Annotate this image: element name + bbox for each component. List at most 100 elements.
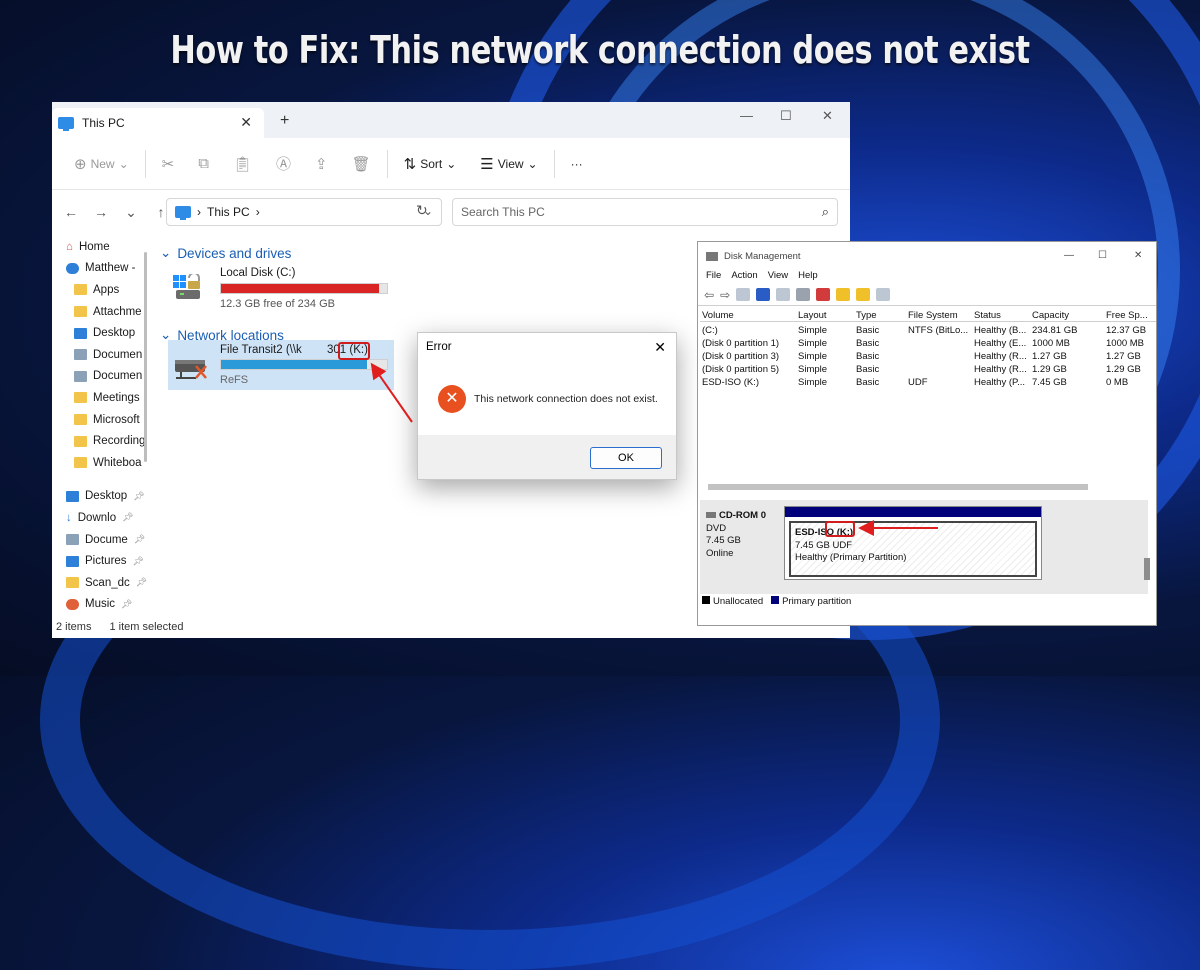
disconnected-drive-icon: [175, 360, 207, 379]
cut-button[interactable]: ✂: [150, 149, 187, 179]
sidebar-item-onedrive[interactable]: Matthew -: [52, 258, 148, 280]
sidebar-item-label: Attachme: [93, 305, 142, 318]
refresh-icon[interactable]: ↻: [416, 202, 428, 219]
minimize-icon[interactable]: —: [740, 108, 753, 123]
legend-label: Unallocated: [713, 596, 764, 607]
table-row[interactable]: ESD-ISO (K:) Simple Basic UDF Healthy (P... 7…: [700, 376, 1156, 389]
tab-this-pc[interactable]: This PC ✕: [52, 108, 264, 138]
column-header[interactable]: Capacity: [1032, 310, 1106, 321]
table-row[interactable]: (C:) Simple Basic NTFS (BitLo... Healthy (B.…: [700, 324, 1156, 337]
minimize-icon[interactable]: —: [1064, 250, 1074, 261]
column-header[interactable]: File System: [908, 310, 974, 321]
sidebar-item-recordings[interactable]: Recording: [52, 430, 148, 452]
sidebar-item-home[interactable]: ⌂ Home: [52, 236, 148, 258]
table-cell: 1.29 GB: [1106, 364, 1141, 375]
table-row[interactable]: (Disk 0 partition 3) Simple Basic Healthy (…: [700, 350, 1156, 363]
highlight-box: [825, 521, 855, 537]
list-icon[interactable]: [776, 288, 791, 301]
sidebar-item-desktop-pinned[interactable]: Desktop 📌︎: [52, 486, 148, 508]
sidebar-item-whiteboards[interactable]: Whiteboa: [52, 452, 148, 474]
sidebar-item-attachments[interactable]: Attachme: [52, 301, 148, 323]
table-cell: 1.27 GB: [1106, 351, 1141, 362]
error-icon: ✕: [438, 385, 466, 413]
column-header[interactable]: Free Sp...: [1106, 310, 1156, 321]
checkmark-icon[interactable]: [816, 288, 831, 301]
explorer-titlebar: This PC ✕ + — ☐ ✕: [52, 102, 850, 138]
column-header[interactable]: Volume: [700, 310, 798, 321]
drive-usage-bar: [220, 283, 388, 294]
sidebar-item-apps[interactable]: Apps: [52, 279, 148, 301]
partition-block[interactable]: ESD-ISO (K:) 7.45 GB UDF Healthy (Primar…: [784, 506, 1042, 580]
dm-titlebar: Disk Management — ☐ ✕: [698, 242, 1156, 270]
sidebar-item-documents-pinned[interactable]: Docume 📌︎: [52, 529, 148, 551]
horizontal-scrollbar[interactable]: [708, 484, 1088, 490]
sidebar-item-documents[interactable]: Documen: [52, 344, 148, 366]
sidebar-item-pictures[interactable]: Pictures 📌︎: [52, 550, 148, 572]
partition-size: 7.45 GB UDF: [795, 539, 853, 551]
sidebar-item-microsoft[interactable]: Microsoft: [52, 409, 148, 431]
desktop-icon: [74, 327, 87, 339]
search-input[interactable]: Search This PC ⌕: [452, 198, 838, 226]
table-row[interactable]: (Disk 0 partition 5) Simple Basic Healthy (…: [700, 363, 1156, 376]
folder-icon[interactable]: [836, 288, 851, 301]
document-icon: [74, 349, 87, 361]
breadcrumb-sep: ›: [197, 205, 201, 219]
volume-table: Volume Layout Type File System Status Ca…: [700, 310, 1156, 389]
forward-icon[interactable]: →: [88, 204, 114, 220]
sidebar-item-desktop[interactable]: Desktop: [52, 322, 148, 344]
menu-action[interactable]: Action: [731, 270, 757, 284]
breadcrumb[interactable]: This PC: [207, 205, 250, 219]
copy-button[interactable]: ⧉: [186, 149, 221, 179]
view-button[interactable]: ☰ View ⌄: [468, 149, 549, 179]
recent-locations-icon[interactable]: ⌄: [118, 204, 144, 221]
table-cell: 12.37 GB: [1106, 325, 1147, 336]
delete-button[interactable]: 🗑︎: [340, 149, 383, 179]
sort-button[interactable]: ⇅ Sort ⌄: [392, 149, 469, 179]
help-icon[interactable]: [756, 288, 771, 301]
column-header[interactable]: Type: [856, 310, 908, 321]
column-header[interactable]: Status: [974, 310, 1032, 321]
menu-help[interactable]: Help: [798, 270, 818, 284]
open-icon[interactable]: [856, 288, 871, 301]
paste-button[interactable]: 📋︎: [221, 149, 264, 179]
close-tab-icon[interactable]: ✕: [240, 114, 252, 131]
error-dialog: Error ✕ ✕ This network connection does n…: [417, 332, 677, 480]
sidebar-scrollbar[interactable]: [144, 252, 147, 462]
new-label: New: [90, 156, 115, 171]
back-icon[interactable]: ←: [58, 204, 84, 220]
sidebar-item-downloads[interactable]: ↓ Downlo 📌︎: [52, 507, 148, 529]
close-window-icon[interactable]: ✕: [1134, 250, 1142, 261]
table-row[interactable]: (Disk 0 partition 1) Simple Basic Healthy (…: [700, 337, 1156, 350]
more-options-button[interactable]: ···: [559, 149, 595, 179]
sidebar-item-scan[interactable]: Scan_dc 📌︎: [52, 572, 148, 594]
share-button[interactable]: ⇪: [303, 149, 340, 179]
close-icon[interactable]: ✕: [654, 339, 666, 356]
menu-file[interactable]: File: [706, 270, 721, 284]
settings-icon[interactable]: [876, 288, 891, 301]
table-cell: Basic: [856, 338, 880, 349]
rename-button[interactable]: Ⓐ: [264, 149, 303, 179]
close-window-icon[interactable]: ✕: [822, 108, 833, 124]
cd-icon: [706, 512, 716, 518]
sidebar-item-label: Docume: [85, 533, 128, 546]
maximize-icon[interactable]: ☐: [780, 108, 792, 124]
forward-icon[interactable]: ⇨: [720, 288, 730, 302]
back-icon[interactable]: ⇦: [704, 288, 714, 302]
connect-icon[interactable]: [796, 288, 811, 301]
home-icon: ⌂: [66, 240, 73, 253]
maximize-icon[interactable]: ☐: [1098, 250, 1107, 261]
ok-button[interactable]: OK: [590, 447, 662, 469]
sidebar-item-documents-2[interactable]: Documen: [52, 366, 148, 388]
menu-view[interactable]: View: [768, 270, 788, 284]
sidebar-item-label: Apps: [93, 283, 120, 296]
new-tab-icon[interactable]: +: [280, 112, 289, 130]
column-header[interactable]: Layout: [798, 310, 856, 321]
vertical-scrollbar[interactable]: [1144, 558, 1150, 580]
dialog-titlebar: Error ✕: [418, 333, 676, 361]
sidebar-item-meetings[interactable]: Meetings: [52, 387, 148, 409]
properties-icon[interactable]: [736, 288, 751, 301]
address-bar[interactable]: › This PC › ⌄: [166, 198, 442, 226]
new-button[interactable]: ⊕ New ⌄: [62, 149, 141, 179]
view-label: View: [497, 156, 524, 171]
sidebar-item-music[interactable]: Music 📌︎: [52, 594, 148, 616]
